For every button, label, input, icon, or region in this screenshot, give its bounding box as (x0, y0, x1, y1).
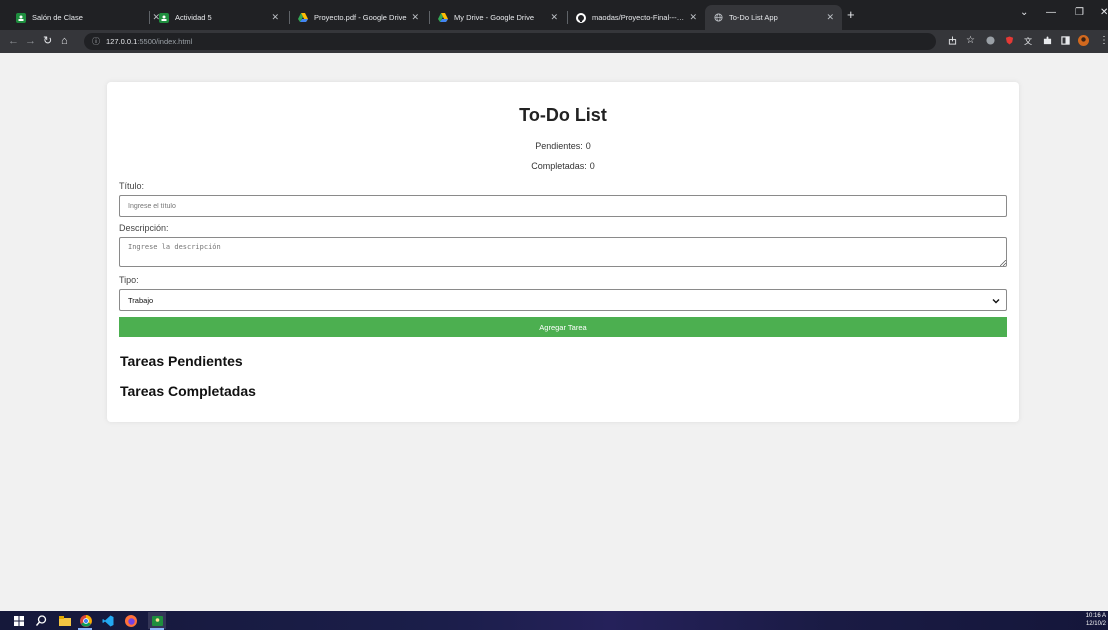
minimize-icon[interactable]: — (1046, 7, 1056, 18)
browser-toolbar: ← → ↻ ⌂ ⓘ 127.0.0.1:5500/index.html ☆ 文 … (0, 30, 1108, 53)
todo-container: To-Do List Pendientes: 0 Completadas: 0 Tí… (107, 82, 1019, 422)
close-window-icon[interactable]: ✕ (1100, 7, 1108, 18)
pending-label: Pendientes: (535, 141, 583, 151)
title-input[interactable] (119, 195, 1007, 217)
type-label: Tipo: (119, 275, 139, 285)
tab-title: My Drive - Google Drive (454, 13, 535, 22)
translate-icon[interactable]: 文 (1024, 36, 1033, 45)
browser-tab-strip: Salón de Clase ✕ Actividad 5 ✕ Proyecto.… (0, 0, 1108, 30)
description-textarea[interactable] (119, 237, 1007, 267)
type-selected-value: Trabajo (128, 295, 154, 305)
puzzle-extensions-icon[interactable] (1043, 36, 1052, 45)
completed-counter: Completadas: 0 (107, 161, 1019, 171)
tab-title: Proyecto.pdf - Google Drive (314, 13, 407, 22)
home-icon[interactable]: ⌂ (61, 34, 68, 48)
windows-taskbar: 10:16 A 12/10/2 (0, 611, 1108, 630)
close-tab-icon[interactable]: ✕ (550, 12, 558, 23)
close-tab-icon[interactable]: ✕ (826, 12, 834, 23)
tab-title: Salón de Clase (32, 13, 83, 22)
completed-label: Completadas: (531, 161, 587, 171)
site-info-icon[interactable]: ⓘ (92, 36, 100, 47)
file-explorer-icon[interactable] (58, 614, 71, 627)
url-host: 127.0.0.1 (106, 37, 138, 46)
svg-text:文: 文 (1024, 36, 1032, 45)
bookmark-star-icon[interactable]: ☆ (966, 34, 975, 48)
back-arrow-icon[interactable]: ← (8, 34, 19, 48)
address-bar[interactable]: ⓘ 127.0.0.1:5500/index.html (84, 33, 936, 50)
tab-proyecto-pdf[interactable]: Proyecto.pdf - Google Drive ✕ (290, 5, 427, 30)
system-clock[interactable]: 10:16 A 12/10/2 (1086, 612, 1106, 628)
profile-avatar-icon[interactable] (1078, 35, 1089, 46)
pending-tasks-heading: Tareas Pendientes (120, 353, 243, 369)
close-tab-icon[interactable]: ✕ (689, 12, 697, 23)
restore-icon[interactable]: ❐ (1075, 7, 1084, 18)
clock-time: 10:16 A (1085, 613, 1106, 619)
tab-actividad-5[interactable]: Actividad 5 ✕ (151, 5, 287, 30)
adblock-shield-icon[interactable] (1005, 36, 1014, 45)
add-task-button[interactable]: Agregar Tarea (119, 317, 1007, 337)
tab-github-repo[interactable]: maodas/Proyecto-Final---Aplica ✕ (568, 5, 705, 30)
tab-separator (149, 11, 150, 24)
pending-count: 0 (585, 141, 591, 151)
forward-arrow-icon[interactable]: → (25, 34, 36, 48)
classroom-taskbar-icon[interactable] (148, 612, 166, 629)
tab-title: maodas/Proyecto-Final---Aplica (592, 13, 686, 22)
page-viewport: To-Do List Pendientes: 0 Completadas: 0 Tí… (0, 53, 1108, 611)
title-label: Título: (119, 181, 145, 191)
tab-search-chevron-icon[interactable]: ⌄ (1020, 7, 1028, 18)
side-panel-icon[interactable] (1061, 36, 1070, 45)
windows-start-icon[interactable] (12, 614, 25, 627)
github-icon (576, 12, 586, 23)
close-tab-icon[interactable]: ✕ (411, 12, 419, 23)
tab-title: Actividad 5 (175, 13, 212, 22)
search-icon[interactable] (35, 614, 48, 627)
tab-title: To-Do List App (729, 13, 778, 22)
classroom-icon (16, 12, 26, 23)
extension-icon[interactable] (986, 36, 995, 45)
chrome-taskbar-icon[interactable] (79, 614, 92, 627)
vscode-icon[interactable] (101, 614, 114, 627)
completed-tasks-heading: Tareas Completadas (120, 383, 256, 399)
type-select[interactable]: Trabajo (119, 289, 1007, 311)
google-drive-icon (438, 13, 448, 23)
new-tab-button[interactable]: + (847, 8, 855, 21)
share-icon[interactable] (948, 36, 957, 45)
chevron-down-icon (992, 299, 1000, 304)
tab-salon-de-clase[interactable]: Salón de Clase ✕ (8, 5, 168, 30)
reload-icon[interactable]: ↻ (43, 34, 52, 48)
firefox-icon[interactable] (124, 614, 137, 627)
google-drive-icon (298, 13, 308, 23)
resize-grip-icon[interactable] (1000, 260, 1006, 266)
completed-count: 0 (589, 161, 595, 171)
pending-counter: Pendientes: 0 (107, 141, 1019, 151)
app-title: To-Do List (519, 105, 607, 125)
close-tab-icon[interactable]: ✕ (271, 12, 279, 23)
tab-my-drive[interactable]: My Drive - Google Drive ✕ (430, 5, 566, 30)
url-path: :5500/index.html (137, 37, 193, 46)
globe-icon (713, 13, 723, 23)
tab-todo-list-app[interactable]: To-Do List App ✕ (705, 5, 842, 30)
browser-menu-icon[interactable]: ⋮ (1099, 34, 1108, 48)
classroom-icon (159, 12, 169, 23)
description-label: Descripción: (119, 223, 169, 233)
clock-date: 12/10/2 (1085, 621, 1106, 627)
